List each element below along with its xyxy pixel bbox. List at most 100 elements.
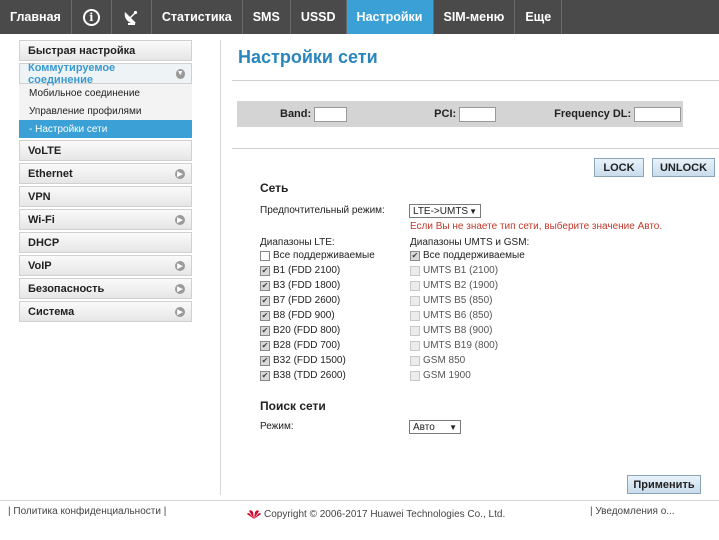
- sidebar-subitem-network-settings[interactable]: - Настройки сети: [19, 120, 192, 138]
- checkbox[interactable]: [260, 250, 270, 261]
- notices-link[interactable]: | Уведомления о...: [590, 506, 675, 517]
- umts-band-b8[interactable]: UMTS B8 (900): [410, 325, 492, 336]
- umts-band-b19[interactable]: UMTS B19 (800): [410, 340, 498, 351]
- checkbox[interactable]: ✔: [260, 370, 270, 381]
- umts-band-b5[interactable]: UMTS B5 (850): [410, 295, 492, 306]
- sidebar-subitem-mobile-connection[interactable]: Мобильное соединение: [19, 84, 192, 102]
- checkbox[interactable]: ✔: [260, 325, 270, 336]
- chevron-right-icon: ▶: [175, 260, 185, 271]
- sidebar-item-volte[interactable]: VoLTE: [19, 140, 192, 161]
- lte-band-b20[interactable]: ✔ B20 (FDD 800): [260, 325, 340, 336]
- sidebar-item-ethernet[interactable]: Ethernet ▶: [19, 163, 192, 184]
- checkbox-label: UMTS B1 (2100): [423, 265, 499, 276]
- checkbox[interactable]: ✔: [260, 265, 270, 276]
- gsm-1900[interactable]: GSM 1900: [410, 370, 471, 381]
- checkbox-label: Все поддерживаемые: [423, 250, 525, 261]
- checkbox[interactable]: [410, 295, 420, 306]
- network-heading: Сеть: [260, 181, 289, 195]
- umts-band-all[interactable]: ✔ Все поддерживаемые: [410, 250, 525, 261]
- content-divider: [220, 40, 221, 495]
- lte-band-b3[interactable]: ✔ B3 (FDD 1800): [260, 280, 340, 291]
- checkbox[interactable]: ✔: [260, 310, 270, 321]
- privacy-policy-link[interactable]: | Политика конфиденциальности |: [8, 506, 166, 517]
- search-mode-label: Режим:: [260, 421, 294, 432]
- sidebar-item-dhcp[interactable]: DHCP: [19, 232, 192, 253]
- checkbox[interactable]: [410, 280, 420, 291]
- umts-band-b6[interactable]: UMTS B6 (850): [410, 310, 492, 321]
- nav-settings[interactable]: Настройки: [346, 0, 434, 34]
- copyright-text: Copyright © 2006-2017 Huawei Technologie…: [264, 509, 506, 520]
- checkbox[interactable]: [410, 265, 420, 276]
- checkbox[interactable]: ✔: [260, 340, 270, 351]
- chevron-right-icon: ▶: [175, 306, 185, 317]
- checkbox-label: UMTS B8 (900): [423, 325, 493, 336]
- umts-band-b2[interactable]: UMTS B2 (1900): [410, 280, 498, 291]
- checkbox[interactable]: ✔: [260, 295, 270, 306]
- umts-band-b1[interactable]: UMTS B1 (2100): [410, 265, 498, 276]
- nav-sim-menu[interactable]: SIM-меню: [434, 0, 516, 34]
- sidebar-item-label: Быстрая настройка: [28, 44, 136, 57]
- nav-sms[interactable]: SMS: [243, 0, 291, 34]
- nav-info[interactable]: i: [72, 0, 112, 34]
- checkbox[interactable]: [410, 310, 420, 321]
- dialup-submenu: Мобильное соединение Управление профилям…: [19, 84, 192, 138]
- gsm-850[interactable]: GSM 850: [410, 355, 465, 366]
- network-search-heading: Поиск сети: [260, 399, 326, 413]
- preferred-mode-label: Предпочтительный режим:: [260, 205, 385, 216]
- sidebar-item-label: Система: [28, 305, 75, 318]
- sidebar-item-label: Wi-Fi: [28, 213, 55, 226]
- unlock-button[interactable]: UNLOCK: [652, 158, 715, 177]
- lte-band-b32[interactable]: ✔ B32 (FDD 1500): [260, 355, 346, 366]
- lte-band-b28[interactable]: ✔ B28 (FDD 700): [260, 340, 340, 351]
- checkbox[interactable]: [410, 325, 420, 336]
- top-nav: Главная i Статистика SMS USSD Настройки …: [0, 0, 719, 34]
- search-mode-select[interactable]: Авто ▼: [409, 420, 461, 434]
- band-input[interactable]: [314, 106, 348, 122]
- pci-label: PCI:: [434, 108, 457, 120]
- checkbox-label: B28 (FDD 700): [273, 340, 341, 351]
- lte-band-b1[interactable]: ✔ B1 (FDD 2100): [260, 265, 340, 276]
- apply-button[interactable]: Применить: [627, 475, 701, 494]
- lte-band-all[interactable]: Все поддерживаемые: [260, 250, 375, 261]
- checkbox-label: UMTS B5 (850): [423, 295, 493, 306]
- lte-band-b7[interactable]: ✔ B7 (FDD 2600): [260, 295, 340, 306]
- checkbox-label: B32 (FDD 1500): [273, 355, 346, 366]
- checkbox[interactable]: [410, 370, 420, 381]
- lte-band-b38[interactable]: ✔ B38 (TDD 2600): [260, 370, 346, 381]
- sidebar-item-system[interactable]: Система ▶: [19, 301, 192, 322]
- sidebar-item-vpn[interactable]: VPN: [19, 186, 192, 207]
- nav-statistics[interactable]: Статистика: [152, 0, 243, 34]
- huawei-logo-icon: [247, 510, 261, 519]
- sidebar-item-wifi[interactable]: Wi-Fi ▶: [19, 209, 192, 230]
- info-icon: i: [82, 8, 100, 26]
- nav-more[interactable]: Еще: [515, 0, 563, 34]
- pci-input[interactable]: [459, 106, 497, 122]
- chevron-down-icon: ▼: [449, 422, 457, 432]
- frequency-dl-input[interactable]: [634, 106, 682, 122]
- sidebar-item-quick-setup[interactable]: Быстрая настройка: [19, 40, 192, 61]
- lte-band-b8[interactable]: ✔ B8 (FDD 900): [260, 310, 335, 321]
- checkbox[interactable]: ✔: [260, 280, 270, 291]
- sidebar-item-security[interactable]: Безопасность ▶: [19, 278, 192, 299]
- sidebar-subitem-profile-management[interactable]: Управление профилями: [19, 102, 192, 120]
- checkbox-label: UMTS B2 (1900): [423, 280, 499, 291]
- sidebar-item-voip[interactable]: VoIP ▶: [19, 255, 192, 276]
- nav-home[interactable]: Главная: [0, 0, 72, 34]
- lock-button[interactable]: LOCK: [594, 158, 644, 177]
- checkbox[interactable]: ✔: [410, 250, 420, 261]
- checkbox-label: B20 (FDD 800): [273, 325, 341, 336]
- checkbox[interactable]: ✔: [260, 355, 270, 366]
- nav-ussd[interactable]: USSD: [291, 0, 347, 34]
- title-divider: [232, 80, 719, 81]
- preferred-mode-value: LTE->UMTS: [413, 205, 469, 217]
- frequency-dl-label: Frequency DL:: [554, 108, 632, 120]
- nav-update[interactable]: [112, 0, 152, 34]
- checkbox[interactable]: [410, 355, 420, 366]
- checkbox[interactable]: [410, 340, 420, 351]
- checkbox-label: B3 (FDD 1800): [273, 280, 341, 291]
- checkbox-label: Все поддерживаемые: [273, 250, 375, 261]
- umts-bands-label: Диапазоны UMTS и GSM:: [410, 237, 530, 248]
- sidebar-item-dialup[interactable]: Коммутируемое соединение ▼: [19, 62, 192, 86]
- preferred-mode-select[interactable]: LTE->UMTS ▼: [409, 204, 481, 218]
- satellite-dish-icon: [125, 10, 138, 25]
